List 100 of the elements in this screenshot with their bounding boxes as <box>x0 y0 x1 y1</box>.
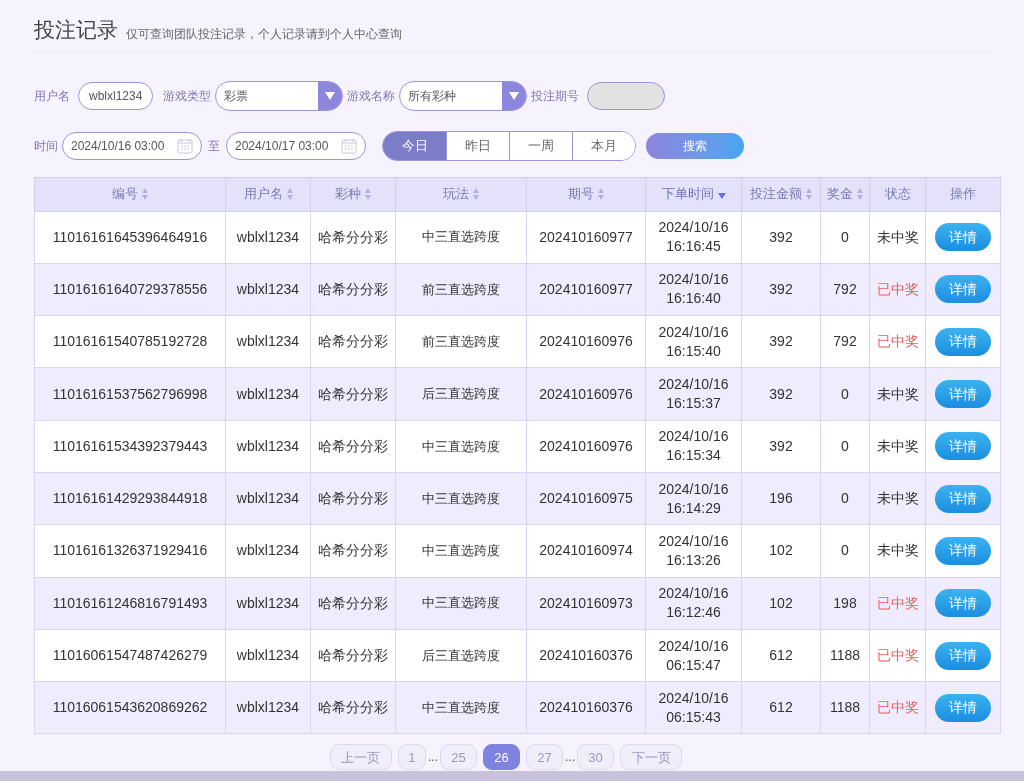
details-button[interactable]: 详情 <box>935 275 991 304</box>
page-button[interactable]: 26 <box>483 744 520 771</box>
table-cell: 后三直选跨度 <box>422 386 500 402</box>
table-cell: 哈希分分彩 <box>318 385 388 402</box>
table-cell: 哈希分分彩 <box>318 647 388 663</box>
sort-icon[interactable] <box>286 188 293 200</box>
table-cell: 792 <box>833 280 857 297</box>
table-cell: wblxl1234 <box>236 594 300 611</box>
table-cell: 中三直选跨度 <box>422 438 500 454</box>
table-cell: 202410160977 <box>539 280 633 297</box>
status-text: 未中奖 <box>876 437 919 454</box>
column-header: 状态 <box>884 185 911 204</box>
table-cell: 11016161645396464916 <box>52 228 208 245</box>
page-subtitle: 仅可查询团队投注记录，个人记录请到个人中心查询 <box>126 25 402 43</box>
range-tab[interactable]: 本月 <box>572 131 635 160</box>
column-header[interactable]: 彩种 <box>335 184 361 204</box>
table-cell: 1188 <box>829 647 861 663</box>
table-cell: 202410160976 <box>539 437 633 454</box>
status-text: 已中奖 <box>876 699 919 716</box>
status-text: 已中奖 <box>876 647 919 663</box>
table-cell: 202410160976 <box>539 385 633 402</box>
page-title: 投注记录 <box>34 17 118 43</box>
range-tab[interactable]: 一周 <box>509 131 572 160</box>
status-text: 已中奖 <box>876 594 919 611</box>
table-cell: 202410160376 <box>539 647 633 663</box>
dropdown-field[interactable]: 彩票 <box>215 80 344 111</box>
table-cell: 哈希分分彩 <box>318 333 388 350</box>
table-cell: 哈希分分彩 <box>318 437 388 454</box>
caret-down-icon <box>325 91 336 100</box>
table-cell: 202410160975 <box>539 490 633 507</box>
table-cell: wblxl1234 <box>236 699 300 716</box>
range-tab[interactable]: 今日 <box>383 131 446 160</box>
order-time: 16:16:45 <box>666 237 721 257</box>
sort-icon[interactable] <box>806 188 812 200</box>
page-button[interactable]: 1 <box>398 744 426 771</box>
table-cell: 11016161326371929416 <box>52 542 208 559</box>
table-cell: 196 <box>769 490 793 507</box>
game-name-label: 游戏名称 <box>347 87 396 105</box>
table-cell: 11016161540785192728 <box>52 333 208 350</box>
status-text: 未中奖 <box>876 385 919 402</box>
details-button[interactable]: 详情 <box>935 589 991 618</box>
order-date: 2024/10/16 <box>658 479 729 499</box>
table-cell: wblxl1234 <box>236 333 300 350</box>
page-button[interactable]: 25 <box>440 744 477 771</box>
details-button[interactable]: 详情 <box>935 484 991 513</box>
game-type-label: 游戏类型 <box>163 87 212 105</box>
order-time: 06:15:43 <box>666 707 721 727</box>
order-date: 2024/10/16 <box>658 531 729 551</box>
sort-icon[interactable] <box>142 188 148 200</box>
details-button[interactable]: 详情 <box>935 693 991 722</box>
end-date-field[interactable]: 2024/10/17 03:00 <box>226 131 366 160</box>
start-date-field[interactable]: 2024/10/16 03:00 <box>62 131 202 160</box>
order-time: 16:14:29 <box>666 498 721 518</box>
range-tab[interactable]: 昨日 <box>446 131 509 160</box>
table-cell: 11016161246816791493 <box>52 594 208 611</box>
table-cell: 11016161537562796998 <box>52 385 208 402</box>
dropdown-field[interactable]: 所有彩种 <box>399 80 528 111</box>
column-header[interactable]: 期号 <box>568 184 594 204</box>
table-cell: 612 <box>769 699 793 716</box>
table-cell: 中三直选跨度 <box>422 543 500 559</box>
details-button[interactable]: 详情 <box>935 536 991 565</box>
page-button[interactable]: 27 <box>526 744 563 771</box>
username-field[interactable]: wblxl1234 <box>78 81 154 110</box>
search-button[interactable]: 搜索 <box>646 132 744 159</box>
status-text: 未中奖 <box>876 228 919 245</box>
details-button[interactable]: 详情 <box>935 380 991 409</box>
status-text: 未中奖 <box>876 542 919 559</box>
order-date: 2024/10/16 <box>658 375 729 395</box>
page-button[interactable]: 30 <box>577 744 614 771</box>
order-date: 2024/10/16 <box>658 218 729 238</box>
table-cell: wblxl1234 <box>236 437 300 454</box>
table-cell: 792 <box>833 333 857 350</box>
period-field[interactable] <box>587 81 666 110</box>
order-date: 2024/10/16 <box>658 584 729 604</box>
table-cell: 前三直选跨度 <box>422 334 500 349</box>
details-button[interactable]: 详情 <box>935 432 991 461</box>
details-button[interactable]: 详情 <box>935 327 991 356</box>
table-cell: 392 <box>769 437 793 454</box>
table-cell: 中三直选跨度 <box>422 700 500 716</box>
column-header[interactable]: 编号 <box>112 184 138 204</box>
sort-icon[interactable] <box>857 188 863 200</box>
table-cell: 392 <box>769 333 793 350</box>
details-button[interactable]: 详情 <box>935 641 991 670</box>
table-cell: 哈希分分彩 <box>318 228 388 245</box>
order-time: 16:15:40 <box>666 341 721 361</box>
table-cell: 中三直选跨度 <box>422 490 500 506</box>
table-cell: 11016061547487426279 <box>52 647 208 663</box>
details-button[interactable]: 详情 <box>935 223 991 252</box>
table-cell: 198 <box>833 594 857 611</box>
table-cell: 612 <box>769 647 793 663</box>
order-time: 06:15:47 <box>666 655 721 675</box>
column-header[interactable]: 玩法 <box>443 184 469 204</box>
table-cell: 0 <box>841 228 849 245</box>
order-time: 16:15:34 <box>666 446 721 466</box>
sort-icon[interactable] <box>473 188 479 200</box>
sort-down-icon[interactable] <box>717 193 726 199</box>
table-cell: 11016161534392379443 <box>52 437 208 454</box>
sort-icon[interactable] <box>365 188 371 200</box>
sort-icon[interactable] <box>598 188 604 200</box>
table-cell: 哈希分分彩 <box>318 542 388 559</box>
